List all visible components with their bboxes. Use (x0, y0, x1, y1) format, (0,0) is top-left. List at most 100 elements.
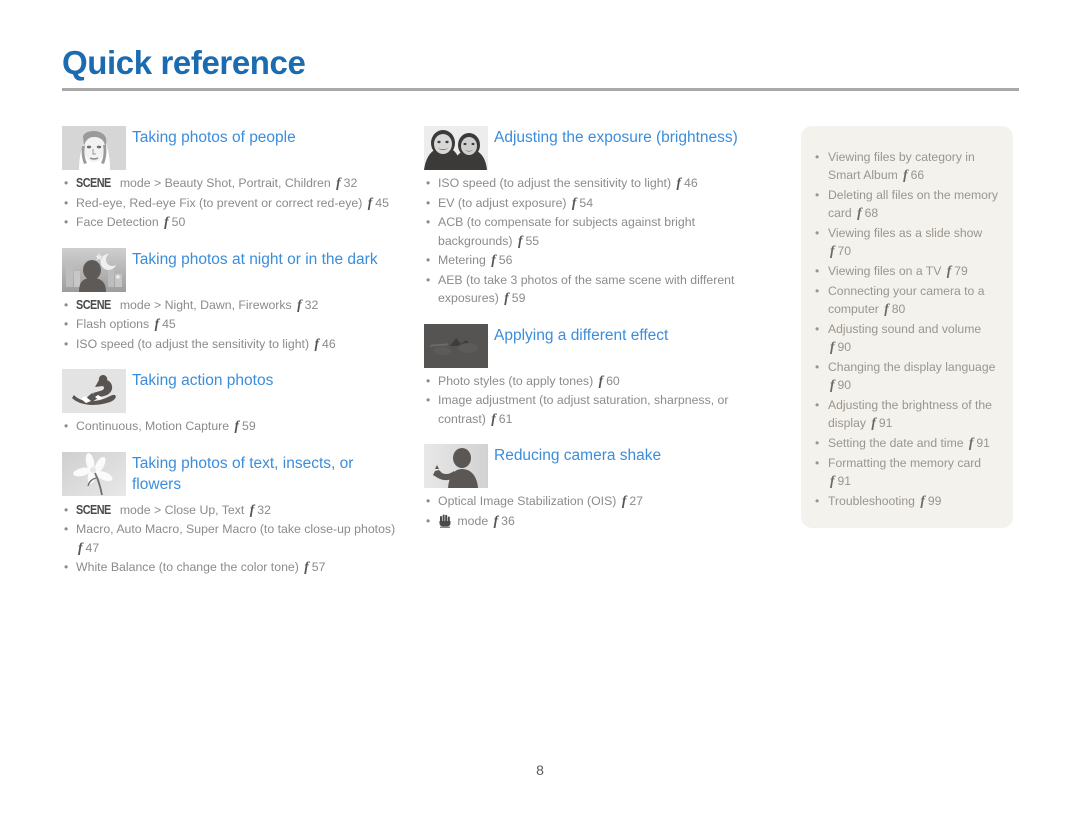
bullet-text: Viewing files on a TV (828, 264, 942, 278)
page-reference: f 32 (334, 175, 357, 190)
scene-mode-glyph: SCENE (76, 176, 111, 190)
page-ref-number: 57 (311, 560, 326, 574)
page-ref-number: 60 (606, 373, 620, 388)
bullet-text: Image adjustment (to adjust saturation, … (438, 393, 729, 426)
scene-mode-glyph: SCENE (76, 502, 111, 517)
page-ref-number: 36 (501, 513, 515, 528)
list-item: SCENE mode > Beauty Shot, Portrait, Chil… (62, 174, 402, 193)
portrait-woman-thumbnail (62, 126, 126, 170)
page-reference: f 70 (828, 243, 851, 258)
page-ref-icon: f (571, 194, 577, 210)
bullet-text: mode (457, 513, 489, 528)
page-ref-number: 55 (525, 233, 540, 248)
page-reference: f 59 (502, 290, 526, 305)
list-item: Formatting the memory card f91 (813, 454, 999, 490)
section-header: Adjusting the exposure (brightness) (424, 124, 769, 170)
section-bullets: Optical Image Stabilization (OIS) f27 mo… (424, 492, 769, 530)
page-ref-number: 46 (684, 176, 698, 190)
section-header: Taking photos of people (62, 124, 402, 170)
bullet-text: Viewing files as a slide show (828, 226, 983, 240)
flower-macro-thumbnail (62, 451, 126, 496)
page-reference: f 80 (882, 301, 905, 316)
page-reference: f 46 (675, 175, 698, 190)
bullet-text: Connecting your camera to a computer (828, 284, 985, 316)
page-ref-number: 59 (242, 419, 256, 433)
list-item: Adjusting the brightness of the display … (813, 396, 999, 432)
list-item: White Balance (to change the color tone)… (62, 558, 402, 577)
two-faces-thumbnail (424, 126, 488, 170)
list-item: Flash options f45 (62, 315, 402, 334)
manual-page: Quick reference Taking photos of people S… (0, 0, 1080, 815)
page-ref-number: 54 (579, 195, 594, 210)
page-ref-icon: f (491, 410, 496, 426)
page-ref-number: 91 (878, 416, 893, 430)
page-number: 8 (536, 762, 544, 778)
section-taking-photos-at-night: Taking photos at night or in the dark SCE… (62, 246, 402, 354)
section-title: Taking photos at night or in the dark (132, 250, 378, 268)
bullet-text: Troubleshooting (828, 494, 915, 508)
bullet-text: ISO speed (to adjust the sensitivity to … (76, 336, 310, 351)
page-ref-icon: f (946, 263, 952, 278)
page-reference: f 32 (295, 296, 318, 312)
column-left: Taking photos of people SCENE mode > Beau… (62, 124, 402, 591)
page-ref-number: 91 (976, 436, 990, 450)
page-ref-number: 90 (837, 378, 852, 392)
person-waving-thumbnail (424, 444, 488, 488)
page-ref-icon: f (830, 339, 835, 354)
list-item: Viewing files as a slide show f70 (813, 224, 999, 260)
page-ref-number: 59 (511, 291, 526, 305)
list-item: Deleting all files on the memory card f6… (813, 186, 999, 222)
bullet-text: Red-eye, Red-eye Fix (to prevent or corr… (76, 195, 363, 210)
page-reference: f 27 (620, 493, 643, 508)
list-item: Adjusting sound and volume f90 (813, 320, 999, 356)
page-ref-icon: f (297, 296, 302, 312)
page-ref-icon: f (78, 539, 83, 555)
page-ref-number: 47 (85, 540, 100, 555)
section-applying-a-different-effect: Applying a different effect Photo styles … (424, 322, 769, 429)
right-panel-list: Viewing files by category in Smart Album… (813, 148, 999, 510)
bullet-text: Face Detection (76, 215, 159, 229)
page-ref-icon: f (598, 372, 604, 388)
page-reference: f 91 (967, 435, 990, 450)
page-reference: f 91 (828, 473, 851, 488)
bullet-text: ACB (to compensate for subjects against … (438, 215, 695, 248)
page-reference: f 91 (869, 415, 893, 430)
list-item: Image adjustment (to adjust saturation, … (424, 391, 769, 428)
page-reference: f 99 (918, 493, 941, 508)
page-reference: f 57 (302, 559, 326, 574)
page-ref-icon: f (871, 415, 876, 430)
page-ref-icon: f (304, 559, 309, 574)
section-title: Taking photos of text, insects, or flowe… (132, 454, 354, 493)
page-reference: f 59 (233, 418, 256, 433)
page-ref-number: 27 (629, 494, 643, 508)
column-right-panel: Viewing files by category in Smart Album… (801, 126, 1013, 528)
section-bullets: SCENE mode > Night, Dawn, Fireworks f32F… (62, 296, 402, 354)
section-taking-action-photos: Taking action photos Continuous, Motion C… (62, 367, 402, 436)
page-ref-number: 61 (498, 411, 513, 426)
bullet-text: Flash options (76, 317, 150, 331)
title-divider (62, 88, 1019, 91)
bullet-text: Macro, Auto Macro, Super Macro (to take … (76, 522, 396, 536)
page-reference: f 61 (489, 410, 513, 426)
column-middle: Adjusting the exposure (brightness) ISO s… (424, 124, 769, 544)
camera-shake-icon (439, 514, 451, 528)
dark-landscape-thumbnail (424, 323, 488, 368)
page-ref-number: 50 (171, 215, 186, 229)
bullet-text: Changing the display language (828, 360, 996, 374)
list-item: ACB (to compensate for subjects against … (424, 213, 769, 250)
section-bullets: SCENE mode > Beauty Shot, Portrait, Chil… (62, 174, 402, 232)
list-item: Viewing files on a TV f79 (813, 262, 999, 280)
bullet-text: AEB (to take 3 photos of the same scene … (438, 272, 735, 306)
page-ref-icon: f (968, 435, 974, 450)
list-item: ISO speed (to adjust the sensitivity to … (62, 335, 402, 354)
page-reference: f 46 (313, 336, 336, 351)
page-ref-number: 79 (954, 264, 968, 278)
page-ref-icon: f (154, 316, 160, 331)
section-header: Reducing camera shake (424, 442, 769, 488)
bullet-text: White Balance (to change the color tone) (76, 560, 299, 574)
list-item: Changing the display language f90 (813, 358, 999, 394)
list-item: Continuous, Motion Capture f59 (62, 417, 402, 436)
page-ref-number: 90 (837, 340, 852, 354)
page-ref-icon: f (517, 232, 523, 248)
page-reference: f 32 (248, 502, 271, 517)
